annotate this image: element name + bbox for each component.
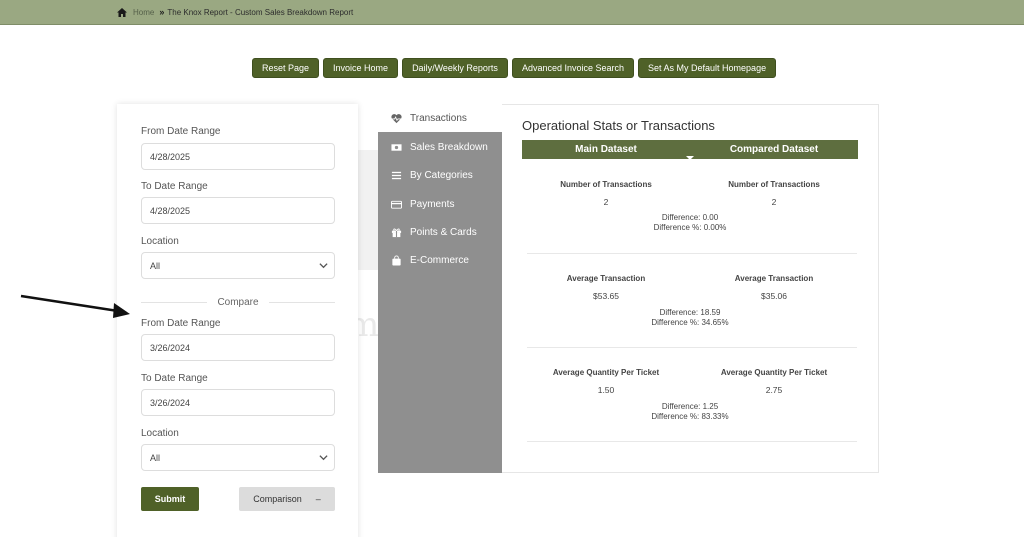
- compare-label: Compare: [217, 296, 259, 308]
- nav-item-e-commerce[interactable]: E-Commerce: [378, 246, 502, 274]
- stat-value-compared: $35.06: [761, 291, 787, 301]
- stat-value-compared: 2: [771, 197, 777, 207]
- nav-item-label: Payments: [410, 198, 455, 210]
- stat-label-main: Average Quantity Per Ticket: [552, 368, 660, 377]
- list-icon: [391, 171, 402, 179]
- compare-divider: Compare: [141, 296, 336, 308]
- compare-location-select-value: All: [150, 452, 161, 463]
- stat-difference: Difference: 1.25: [661, 402, 719, 411]
- compare-from-date-label: From Date Range: [141, 318, 221, 329]
- divider: [527, 441, 857, 442]
- stat-label-main: Number of Transactions: [560, 180, 652, 189]
- from-date-label: From Date Range: [141, 126, 221, 137]
- breadcrumb-separator-icon: »: [159, 7, 165, 17]
- nav-item-payments[interactable]: Payments: [378, 190, 502, 218]
- divider: [527, 347, 857, 348]
- nav-item-sales-breakdown[interactable]: Sales Breakdown: [378, 133, 502, 161]
- chevron-down-icon: [319, 263, 328, 269]
- tab-notch: [686, 156, 694, 160]
- nav-item-by-categories[interactable]: By Categories: [378, 161, 502, 189]
- compare-location-label: Location: [141, 428, 179, 439]
- stats-title: Operational Stats or Transactions: [522, 118, 715, 133]
- breadcrumb-home-link[interactable]: Home: [133, 8, 154, 17]
- nav-item-label: By Categories: [410, 169, 473, 181]
- home-icon[interactable]: [117, 7, 127, 17]
- nav-item-label: Transactions: [410, 112, 467, 124]
- nav-item-label: Sales Breakdown: [410, 141, 488, 153]
- shopping-bag-icon: [392, 254, 401, 266]
- main-dataset-tab[interactable]: Main Dataset: [522, 140, 690, 159]
- compared-dataset-tab[interactable]: Compared Dataset: [690, 140, 858, 159]
- advanced-invoice-search-button[interactable]: Advanced Invoice Search: [511, 58, 635, 78]
- submit-button[interactable]: Submit: [141, 487, 199, 511]
- compare-location-select[interactable]: All: [141, 444, 335, 471]
- compare-to-date-input[interactable]: 3/26/2024: [141, 389, 335, 416]
- chevron-down-icon: [319, 455, 328, 461]
- daily-weekly-reports-button[interactable]: Daily/Weekly Reports: [402, 58, 508, 78]
- heartbeat-icon: [391, 113, 402, 123]
- nav-item-transactions[interactable]: Transactions: [378, 104, 502, 132]
- invoice-home-button[interactable]: Invoice Home: [323, 58, 399, 78]
- nav-item-label: Points & Cards: [410, 226, 477, 238]
- divider: [527, 253, 857, 254]
- reset-page-button[interactable]: Reset Page: [252, 58, 320, 78]
- compare-to-date-label: To Date Range: [141, 373, 208, 384]
- breadcrumb-current: The Knox Report - Custom Sales Breakdown…: [167, 7, 354, 17]
- location-select-value: All: [150, 260, 161, 271]
- from-date-input[interactable]: 4/28/2025: [141, 143, 335, 170]
- stat-value-main: 1.50: [597, 385, 615, 395]
- money-icon: [391, 143, 402, 151]
- stat-label-main: Average Transaction: [566, 274, 646, 283]
- set-default-homepage-button[interactable]: Set As My Default Homepage: [638, 58, 777, 78]
- stat-value-main: $53.65: [593, 291, 619, 301]
- stat-value-compared: 2.75: [765, 385, 783, 395]
- gift-icon: [391, 227, 402, 237]
- stat-label-compared: Average Transaction: [734, 274, 814, 283]
- location-label: Location: [141, 236, 179, 247]
- stat-difference-percent: Difference %: 0.00%: [653, 223, 727, 232]
- comparison-label: Comparison: [253, 494, 302, 504]
- stat-label-compared: Average Quantity Per Ticket: [720, 368, 828, 377]
- stat-value-main: 2: [603, 197, 609, 207]
- nav-item-points-cards[interactable]: Points & Cards: [378, 218, 502, 246]
- comparison-toggle-button[interactable]: Comparison –: [239, 487, 335, 511]
- to-date-label: To Date Range: [141, 181, 208, 192]
- annotation-arrow-icon: [20, 294, 130, 318]
- stat-difference: Difference: 18.59: [659, 308, 721, 317]
- compare-from-date-input[interactable]: 3/26/2024: [141, 334, 335, 361]
- stat-difference: Difference: 0.00: [661, 213, 719, 222]
- breadcrumb: Home » The Knox Report - Custom Sales Br…: [117, 7, 353, 17]
- minus-icon: –: [315, 494, 321, 504]
- top-button-group: Reset Page Invoice Home Daily/Weekly Rep…: [252, 58, 777, 78]
- stat-difference-percent: Difference %: 34.65%: [651, 318, 729, 327]
- credit-card-icon: [391, 200, 402, 209]
- stat-difference-percent: Difference %: 83.33%: [651, 412, 729, 421]
- to-date-input[interactable]: 4/28/2025: [141, 197, 335, 224]
- location-select[interactable]: All: [141, 252, 335, 279]
- stat-label-compared: Number of Transactions: [728, 180, 820, 189]
- nav-item-label: E-Commerce: [410, 254, 469, 266]
